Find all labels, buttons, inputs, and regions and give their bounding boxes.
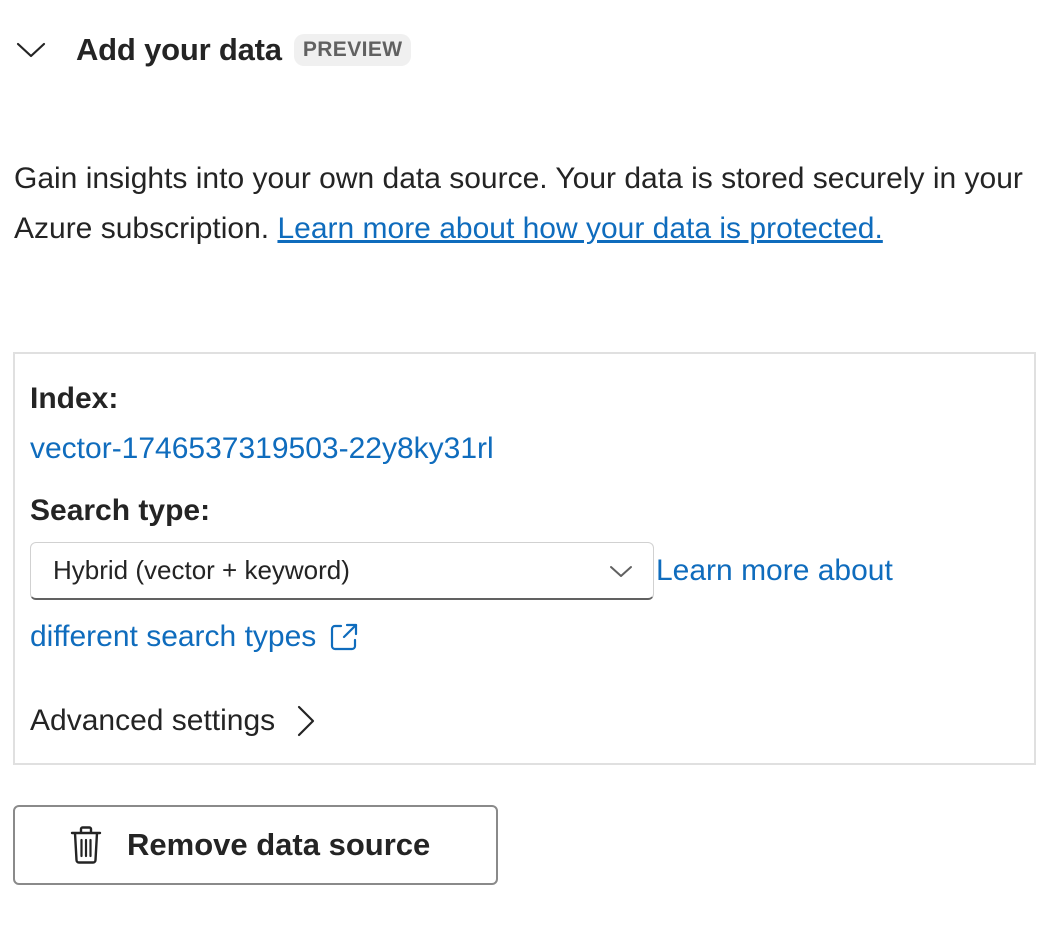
trash-icon: [69, 825, 103, 865]
search-type-value: Hybrid (vector + keyword): [53, 555, 350, 585]
index-label: Index:: [30, 382, 119, 415]
search-type-label: Search type:: [30, 494, 211, 527]
data-source-panel: Index: vector-1746537319503-22y8ky31rl S…: [13, 352, 1036, 765]
external-link-icon: [328, 621, 360, 653]
chevron-right-icon: [295, 704, 317, 738]
remove-data-source-button[interactable]: Remove data source: [13, 805, 498, 885]
chevron-down-icon: [607, 557, 635, 585]
preview-badge: PREVIEW: [293, 34, 412, 66]
remove-data-source-label: Remove data source: [127, 827, 431, 862]
advanced-settings-label: Advanced settings: [30, 704, 276, 737]
learn-more-search-types-text[interactable]: different search types: [30, 620, 316, 654]
learn-more-search-types-link[interactable]: Learn more about: [656, 554, 893, 588]
search-type-dropdown[interactable]: Hybrid (vector + keyword): [30, 542, 654, 600]
description-text: Gain insights into your own data source.…: [14, 154, 1024, 254]
section-title: Add your data: [76, 32, 282, 67]
index-value-link[interactable]: vector-1746537319503-22y8ky31rl: [30, 432, 494, 466]
chevron-down-icon[interactable]: [16, 35, 46, 65]
data-protection-link[interactable]: Learn more about how your data is protec…: [277, 212, 882, 245]
learn-more-search-types-link-continued[interactable]: different search types: [30, 620, 360, 654]
advanced-settings-toggle[interactable]: Advanced settings: [30, 704, 317, 738]
section-header-add-your-data[interactable]: Add your data PREVIEW: [16, 22, 412, 78]
